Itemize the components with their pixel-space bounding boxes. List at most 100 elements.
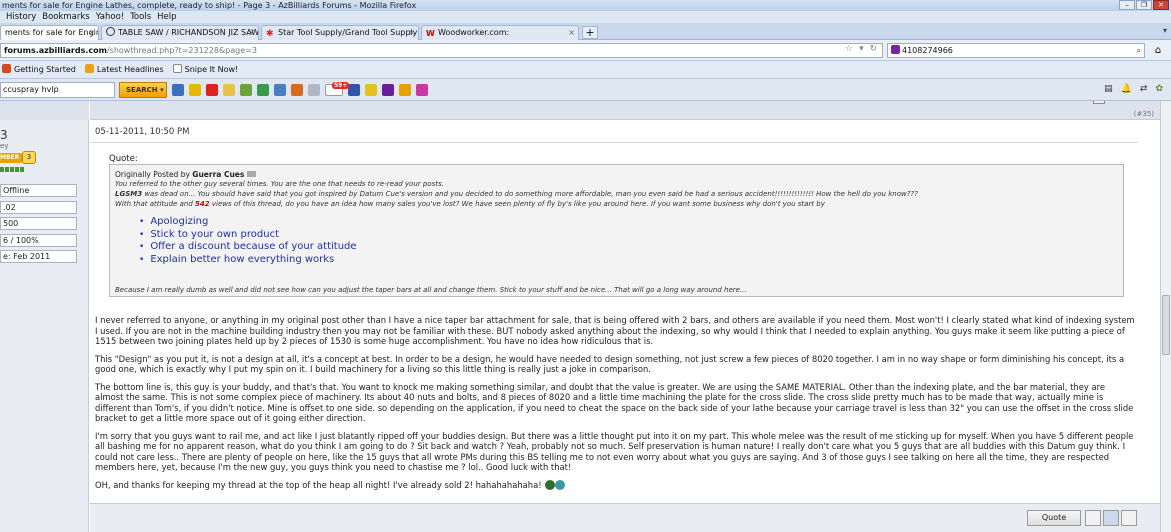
- thumbs-up-icon: [554, 479, 565, 490]
- messenger-icon[interactable]: 59+: [325, 82, 350, 96]
- collapse-icon[interactable]: [1093, 101, 1105, 104]
- notes-icon[interactable]: [223, 84, 235, 96]
- online-status: Offline: [0, 184, 77, 197]
- post-number[interactable]: (#35): [1134, 110, 1154, 118]
- bookmark-latest-headlines[interactable]: Latest Headlines: [84, 61, 164, 78]
- tab-star-tool[interactable]: ✱ Star Tool Supply/Grand Tool Supply ×: [261, 25, 419, 40]
- quick-reply-icon[interactable]: [1103, 510, 1119, 526]
- toolbar-search-button[interactable]: SEARCH ▾: [119, 82, 167, 98]
- multiquote-icon[interactable]: [1085, 510, 1101, 526]
- addon-toolbar: ccuspray hvlp SEARCH ▾ 59+ ▤ 🔔 ⇄ ✿: [0, 79, 1171, 101]
- close-tab-icon[interactable]: ×: [408, 26, 415, 39]
- user-title: ey: [0, 142, 9, 150]
- window-title: ments for sale for Engine Lathes, comple…: [2, 1, 417, 10]
- post-date: 05-11-2011, 10:50 PM: [95, 127, 190, 137]
- finance-icon[interactable]: [257, 84, 269, 96]
- maximize-button[interactable]: ❐: [1136, 0, 1152, 10]
- tab-table-saw[interactable]: TABLE SAW / RICHANDSON JIZ SAW ... ×: [101, 25, 259, 40]
- sync-icon[interactable]: ⇄: [1140, 84, 1148, 94]
- reload-icon[interactable]: ↻: [870, 44, 878, 54]
- notification-icon[interactable]: 🔔: [1121, 84, 1132, 94]
- url-bar[interactable]: forums.azbilliards.com/showthread.php?t=…: [0, 43, 883, 58]
- menu-history[interactable]: History: [6, 11, 36, 23]
- shield-icon[interactable]: [399, 84, 411, 96]
- dropdown-icon[interactable]: ▾: [859, 44, 864, 54]
- close-tab-icon[interactable]: ×: [88, 26, 95, 39]
- menu-tools[interactable]: Tools: [130, 11, 151, 23]
- page-tools-icon[interactable]: [308, 84, 320, 96]
- window-titlebar: ments for sale for Engine Lathes, comple…: [0, 0, 1171, 11]
- window-controls: – ❐ ✕: [1119, 0, 1169, 10]
- post-paragraph: I'm sorry that you guys want to rail me,…: [95, 430, 1134, 473]
- scrollbar-thumb[interactable]: [1162, 295, 1170, 355]
- quote-line-2: LGSM3 was dead on... You should have sai…: [115, 190, 918, 198]
- home-icon[interactable]: ⌂: [1150, 43, 1166, 58]
- bookmark-getting-started[interactable]: Getting Started: [2, 61, 76, 78]
- web-search-input[interactable]: 4108274966 ⌕: [887, 43, 1145, 58]
- quote-button[interactable]: Quote: [1027, 510, 1081, 526]
- username[interactable]: 3: [0, 128, 8, 142]
- post-body: I never referred to anyone, or anything …: [95, 315, 1135, 497]
- list-item: Apologizing: [139, 216, 1118, 229]
- answers-icon[interactable]: [365, 84, 377, 96]
- toolbar-search-input[interactable]: ccuspray hvlp: [0, 82, 115, 98]
- list-item: Offer a discount because of your attitud…: [139, 241, 1118, 254]
- mail-icon[interactable]: [172, 84, 184, 96]
- quote-author: Guerra Cues: [192, 170, 245, 179]
- close-button[interactable]: ✕: [1153, 0, 1169, 10]
- search-icon[interactable]: ⌕: [1137, 44, 1141, 57]
- bookmark-snipe-it[interactable]: Snipe It Now!: [172, 61, 238, 78]
- post-header: (#35): [90, 101, 1160, 120]
- woodworker-icon: W: [426, 29, 435, 38]
- new-tab-button[interactable]: +: [582, 26, 598, 39]
- smiley-icon: [544, 479, 555, 490]
- azbilliards-icon: [106, 27, 115, 36]
- url-domain: forums.azbilliards.com: [4, 46, 107, 55]
- url-path: /showthread.php?t=231228&page=3: [106, 46, 257, 55]
- bookmarks-bar: Getting Started Latest Headlines Snipe I…: [0, 61, 1171, 79]
- tab-woodworker[interactable]: W Woodworker.com: ×: [421, 25, 579, 40]
- minimize-button[interactable]: –: [1119, 0, 1135, 10]
- page-content: 3 ey MBER 3 Offline .02 500 6 / 100% e: …: [0, 101, 1160, 532]
- tab-lathes[interactable]: ments for sale for Engine... ×: [0, 25, 99, 40]
- post-paragraph: The bottom line is, this guy is your bud…: [95, 381, 1134, 424]
- tab-list-icon[interactable]: ▾: [1163, 26, 1167, 35]
- flickr-icon[interactable]: [416, 84, 428, 96]
- navigation-bar: forums.azbilliards.com/showthread.php?t=…: [0, 40, 1171, 61]
- music-icon[interactable]: [291, 84, 303, 96]
- bookmark-star-icon[interactable]: ☆: [845, 44, 853, 54]
- tab-bar: ments for sale for Engine... × TABLE SAW…: [0, 23, 1171, 40]
- list-item: Explain better how everything works: [139, 254, 1118, 267]
- user-stat-2: 500: [0, 217, 77, 230]
- member-badge: MBER: [0, 153, 22, 163]
- menu-help[interactable]: Help: [157, 11, 176, 23]
- view-post-icon[interactable]: [247, 171, 257, 177]
- news-icon[interactable]: [206, 84, 218, 96]
- weather-icon[interactable]: [189, 84, 201, 96]
- report-icon[interactable]: [1121, 510, 1137, 526]
- bookmarks-sidebar-icon[interactable]: ▤: [1104, 84, 1113, 94]
- quote-list: Apologizing Stick to your own product Of…: [139, 216, 1118, 266]
- menu-yahoo[interactable]: Yahoo!: [96, 11, 124, 23]
- toolbar-icons: 59+: [172, 82, 428, 96]
- quote-label: Quote:: [109, 154, 138, 164]
- quote-block: Originally Posted by Guerra Cues You ref…: [109, 164, 1124, 297]
- vertical-scrollbar[interactable]: [1160, 101, 1171, 532]
- facebook-icon[interactable]: [348, 84, 360, 96]
- close-tab-icon[interactable]: ×: [248, 26, 255, 39]
- rss-icon: [84, 64, 94, 73]
- calendar-icon[interactable]: [274, 84, 286, 96]
- post-paragraph: This "Design" as you put it, is not a de…: [95, 353, 1125, 375]
- reputation-bar: [0, 167, 24, 172]
- post-paragraph: I never referred to anyone, or anything …: [95, 315, 1135, 346]
- yahoo-logo-icon[interactable]: [382, 84, 394, 96]
- close-tab-icon[interactable]: ×: [568, 26, 575, 39]
- menu-bookmarks[interactable]: Bookmarks: [42, 11, 90, 23]
- list-item: Stick to your own product: [139, 229, 1118, 242]
- user-stat-1: .02: [0, 201, 77, 214]
- menu-bar: History Bookmarks Yahoo! Tools Help: [0, 11, 1171, 23]
- user-info-panel: 3 ey MBER 3 Offline .02 500 6 / 100% e: …: [0, 101, 89, 532]
- quote-attribution: Originally Posted by Guerra Cues: [115, 170, 1118, 179]
- games-icon[interactable]: [240, 84, 252, 96]
- addon-icon[interactable]: ✿: [1155, 84, 1163, 94]
